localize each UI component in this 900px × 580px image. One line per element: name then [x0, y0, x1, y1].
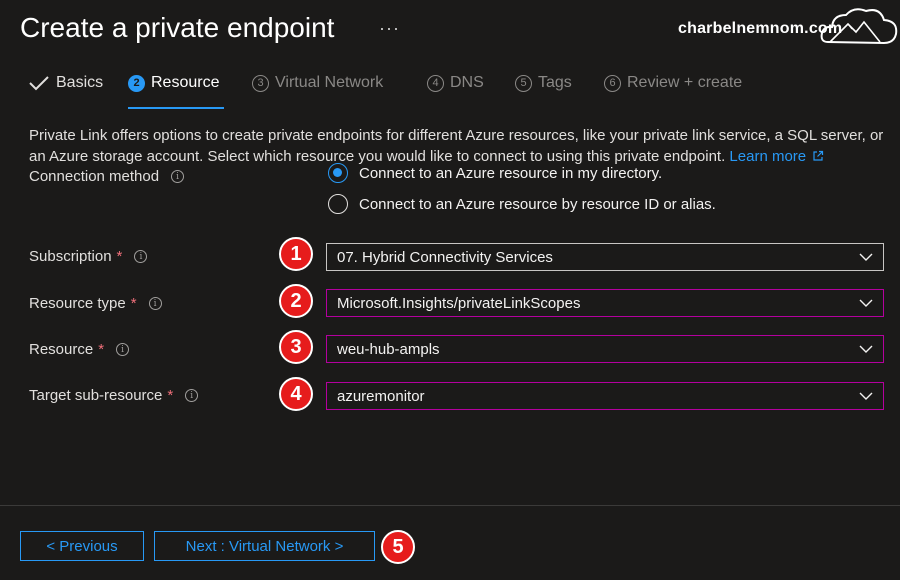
chevron-down-icon [859, 392, 873, 400]
chevron-down-icon [859, 253, 873, 261]
callout-badge-2: 2 [279, 284, 313, 318]
required-marker: * [116, 248, 123, 265]
resource-type-label: Resource type * i [29, 295, 162, 312]
info-icon[interactable]: i [116, 343, 130, 356]
more-options-icon[interactable]: ··· [379, 18, 400, 39]
tab-dns[interactable]: 4 DNS [427, 74, 484, 92]
callout-badge-3: 3 [279, 330, 313, 364]
tab-review-create[interactable]: 6 Review + create [604, 74, 742, 92]
resource-label: Resource * i [29, 341, 130, 358]
previous-button[interactable]: < Previous [20, 531, 144, 561]
connection-method-label: Connection method i [29, 168, 185, 185]
tab-label: Review + create [627, 74, 743, 91]
callout-badge-5: 5 [381, 530, 415, 564]
step-number-icon: 2 [128, 74, 145, 92]
step-number-icon: 4 [427, 74, 444, 92]
required-marker: * [130, 295, 137, 312]
chevron-down-icon [859, 345, 873, 353]
target-sub-resource-select[interactable]: azuremonitor [326, 382, 884, 410]
tab-tags[interactable]: 5 Tags [515, 74, 572, 92]
step-number-icon: 5 [515, 74, 532, 92]
tab-virtual-network[interactable]: 3 Virtual Network [252, 74, 383, 92]
required-marker: * [167, 387, 174, 404]
tab-resource[interactable]: 2 Resource [128, 74, 219, 92]
tab-label: Tags [538, 74, 572, 91]
active-tab-indicator [128, 107, 224, 109]
tab-label: Resource [151, 74, 220, 91]
tab-label: DNS [450, 74, 484, 91]
tab-label: Virtual Network [275, 74, 384, 91]
radio-selected-icon[interactable] [328, 163, 348, 183]
checkmark-icon [29, 76, 49, 91]
page-title: Create a private endpoint [20, 12, 335, 43]
info-icon[interactable]: i [185, 389, 199, 402]
target-sub-resource-label: Target sub-resource * i [29, 387, 199, 404]
learn-more-link[interactable]: Learn more [729, 148, 824, 165]
next-virtual-network-button[interactable]: Next : Virtual Network > [154, 531, 375, 561]
info-icon[interactable]: i [148, 297, 162, 310]
chevron-down-icon [859, 299, 873, 307]
subscription-select[interactable]: 07. Hybrid Connectivity Services [326, 243, 884, 271]
step-number-icon: 3 [252, 74, 269, 92]
cloud-mountain-logo-icon [820, 8, 898, 45]
description: Private Link offers options to create pr… [29, 125, 891, 167]
footer-divider [0, 505, 900, 506]
tab-basics[interactable]: Basics [28, 74, 103, 92]
tab-label: Basics [56, 74, 104, 91]
callout-badge-4: 4 [279, 377, 313, 411]
subscription-label: Subscription * i [29, 248, 148, 265]
info-icon[interactable]: i [134, 250, 148, 263]
required-marker: * [98, 341, 105, 358]
step-number-icon: 6 [604, 74, 621, 92]
resource-type-select[interactable]: Microsoft.Insights/privateLinkScopes [326, 289, 884, 317]
callout-badge-1: 1 [279, 237, 313, 271]
info-icon[interactable]: i [171, 170, 185, 183]
radio-connect-resource-id[interactable]: Connect to an Azure resource by resource… [328, 194, 716, 214]
radio-unselected-icon[interactable] [328, 194, 348, 214]
external-link-icon [813, 150, 824, 161]
radio-connect-directory[interactable]: Connect to an Azure resource in my direc… [328, 163, 662, 183]
resource-select[interactable]: weu-hub-ampls [326, 335, 884, 363]
